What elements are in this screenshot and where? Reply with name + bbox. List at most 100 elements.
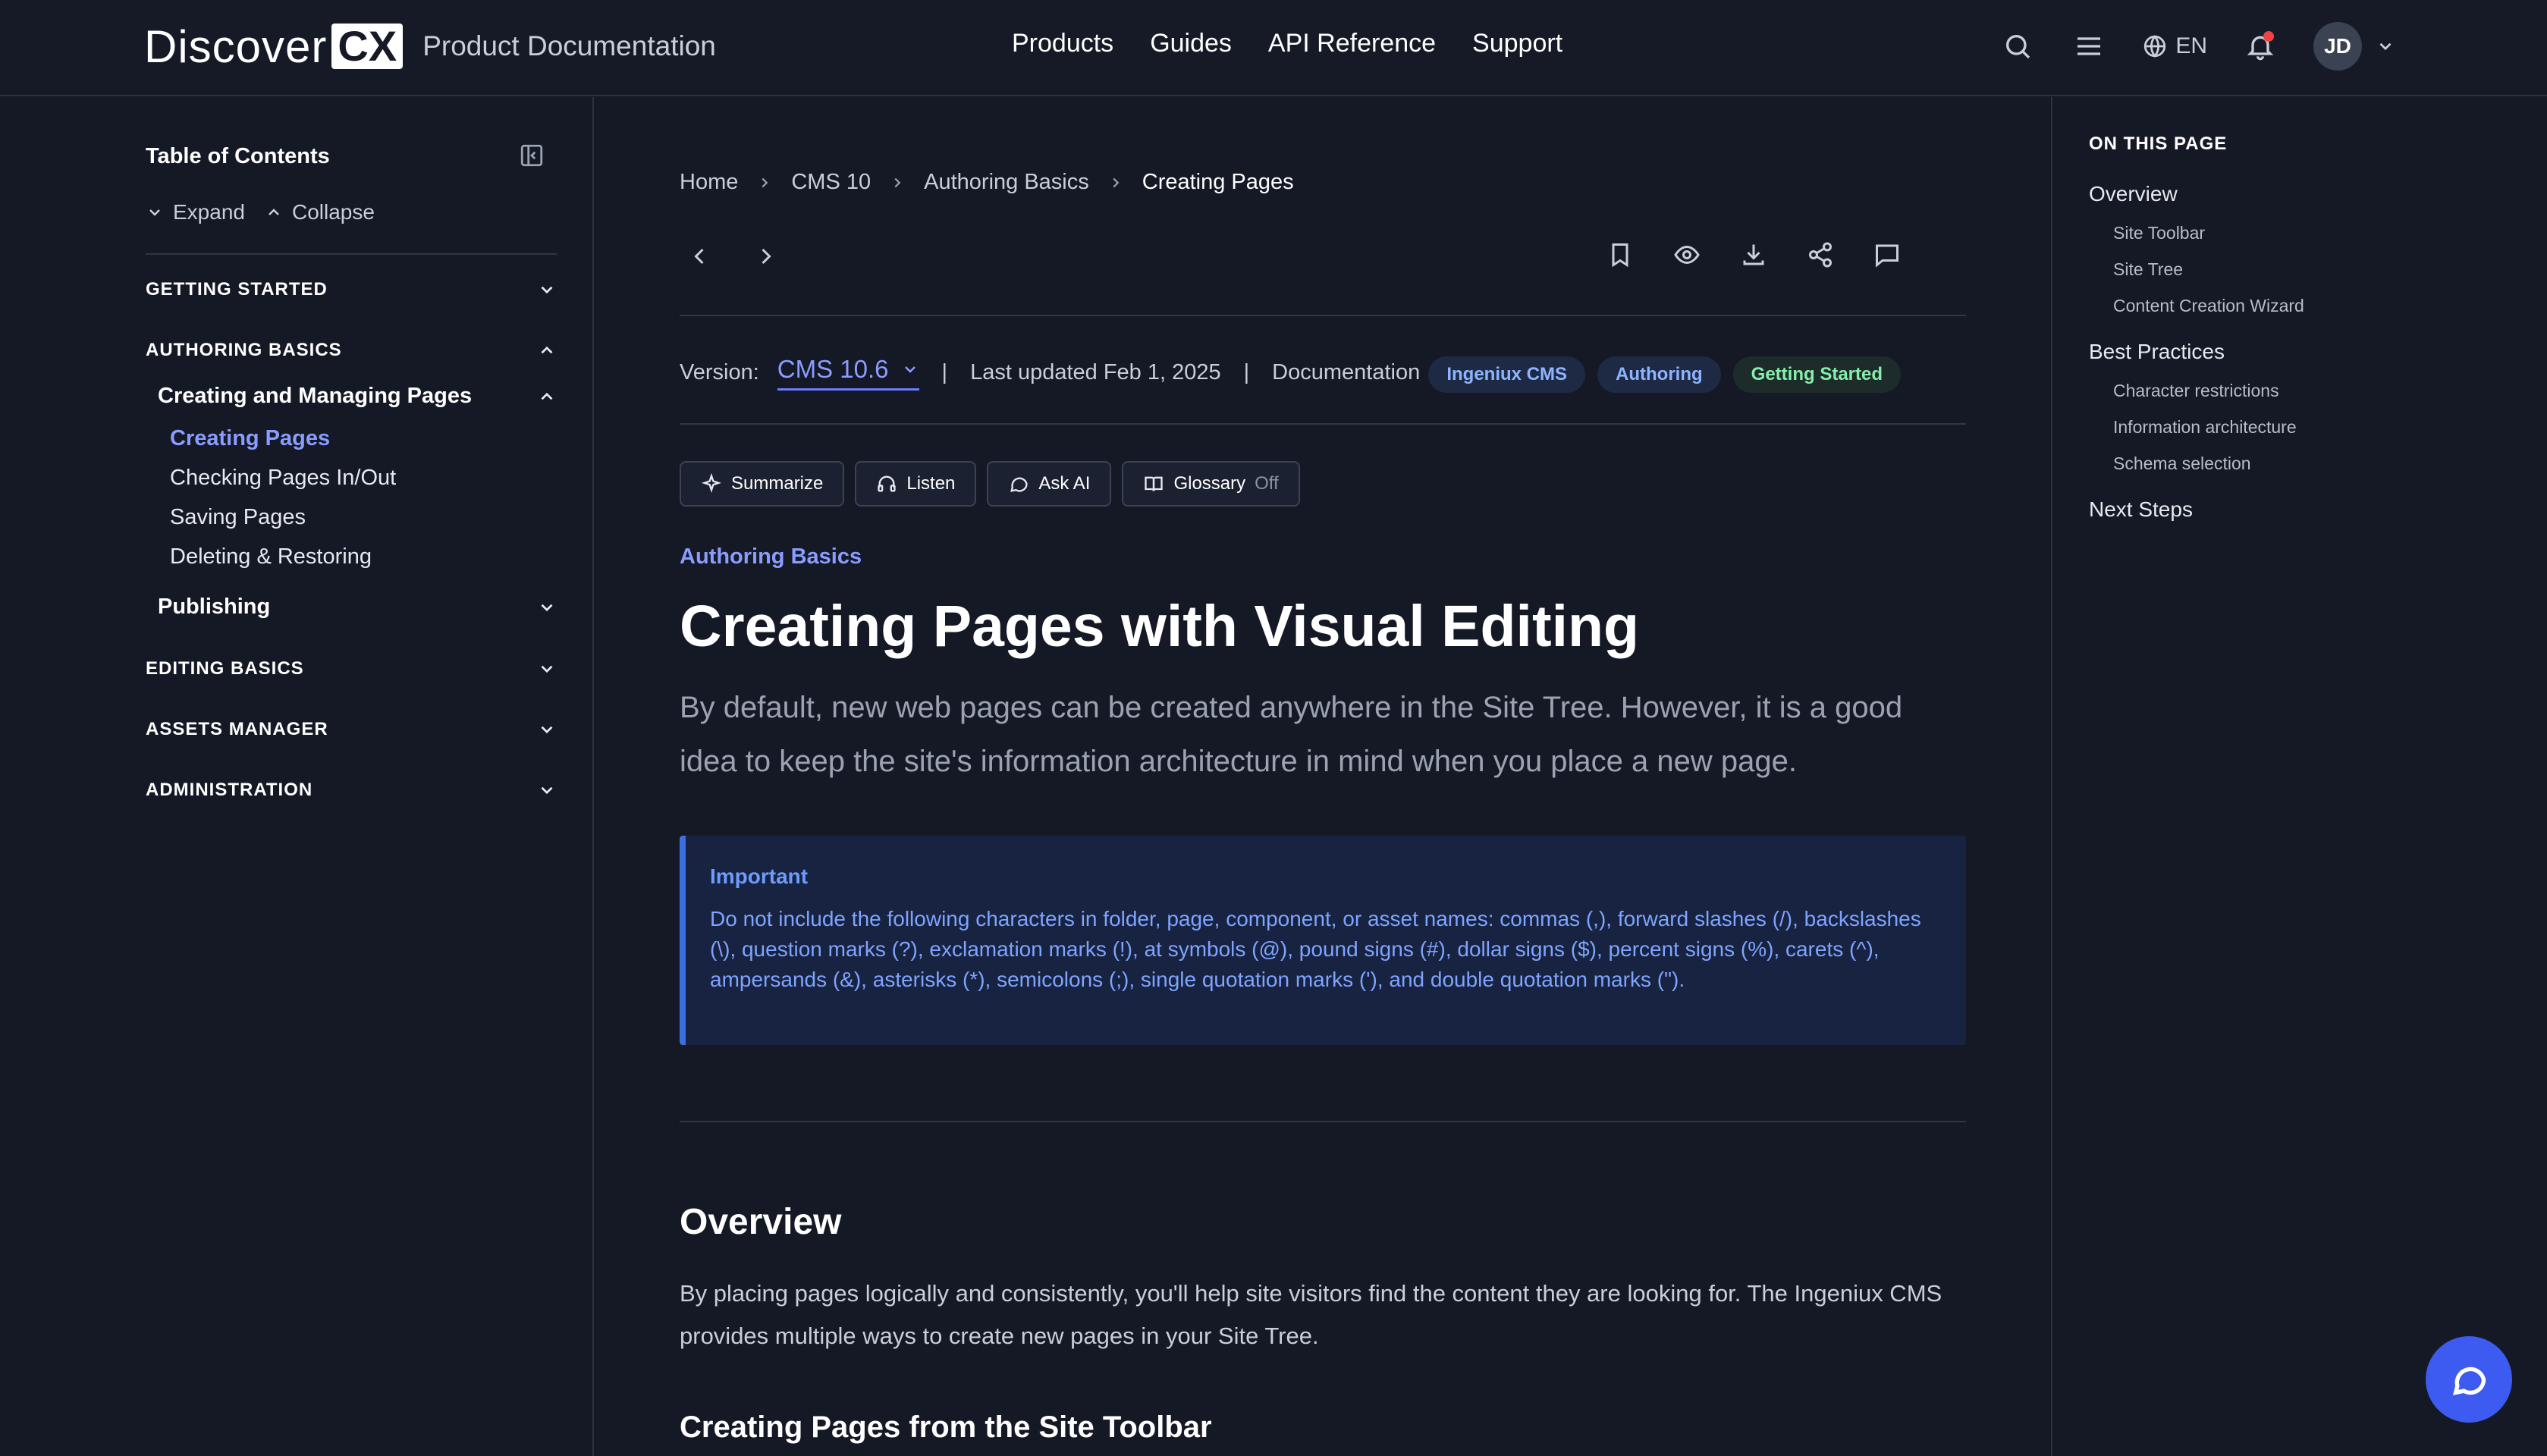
share-icon[interactable]: [1807, 241, 1834, 268]
chevron-down-icon: [541, 604, 553, 611]
tag-getting-started[interactable]: Getting Started: [1732, 356, 1901, 393]
listen-button[interactable]: Listen: [855, 461, 977, 507]
breadcrumb-cms10[interactable]: CMS 10: [791, 170, 871, 195]
toc-sub-creating-managing-pages[interactable]: Creating and Managing Pages: [158, 384, 557, 409]
breadcrumb-current: Creating Pages: [1142, 170, 1294, 194]
chevron-right-icon: [762, 177, 768, 187]
toc-item-creating-pages[interactable]: Creating Pages: [170, 426, 330, 451]
toc-title: Table of Contents: [146, 144, 330, 168]
toc-item-checking-pages[interactable]: Checking Pages In/Out: [170, 466, 396, 491]
breadcrumb: Home CMS 10 Authoring Basics Creating Pa…: [680, 170, 1294, 195]
summarize-button[interactable]: Summarize: [680, 461, 845, 507]
rail-title: ON THIS PAGE: [2089, 133, 2228, 154]
chevron-down-icon: [541, 786, 553, 795]
overview-paragraph: By placing pages logically and consisten…: [680, 1280, 1942, 1349]
meta-separator: |: [941, 360, 948, 384]
sparkle-icon: [701, 473, 722, 493]
nav-api-reference[interactable]: API Reference: [1268, 29, 1436, 58]
rail-link-site-tree[interactable]: Site Tree: [2113, 259, 2183, 280]
logo[interactable]: Discover CX Product Documentation: [144, 21, 716, 72]
toc-section-assets-manager[interactable]: ASSETS MANAGER: [146, 719, 557, 740]
rail-link-next-steps[interactable]: Next Steps: [2089, 497, 2193, 522]
section-label: EDITING BASICS: [146, 658, 304, 679]
eye-icon[interactable]: [1673, 241, 1701, 268]
globe-icon: [2144, 35, 2166, 58]
rail-link-information-architecture[interactable]: Information architecture: [2113, 417, 2297, 438]
toc-section-administration[interactable]: ADMINISTRATION: [146, 780, 557, 801]
glossary-toggle[interactable]: Glossary Off: [1122, 461, 1300, 507]
breadcrumb-home[interactable]: Home: [680, 170, 738, 195]
ai-toolbar: Summarize Listen Ask AI Glossary Off: [680, 461, 1300, 507]
version-dropdown[interactable]: CMS 10.6: [777, 355, 919, 391]
chevron-down-icon: [541, 726, 553, 734]
top-bar: Discover CX Product Documentation Produc…: [0, 0, 2547, 96]
user-menu[interactable]: JD: [2313, 22, 2395, 71]
rail-link-site-toolbar[interactable]: Site Toolbar: [2113, 223, 2205, 243]
chat-bubble-icon: [2453, 1367, 2486, 1395]
page-pager: [686, 243, 780, 270]
bell-icon[interactable]: [2242, 28, 2278, 64]
sub-label: Creating and Managing Pages: [158, 384, 473, 408]
tag-ingeniux-cms[interactable]: Ingeniux CMS: [1428, 356, 1586, 393]
tag-authoring[interactable]: Authoring: [1597, 356, 1721, 393]
divider: [146, 253, 557, 255]
doc-tags: Ingeniux CMS Authoring Getting Started: [1428, 356, 1901, 393]
bookmark-icon[interactable]: [1606, 241, 1634, 268]
lead-paragraph: By default, new web pages can be created…: [680, 691, 1903, 778]
expand-all-button[interactable]: Expand: [146, 200, 245, 224]
article-main: Home CMS 10 Authoring Basics Creating Pa…: [595, 97, 2051, 1456]
important-callout: Important Do not include the following c…: [680, 836, 1966, 1045]
section-label: ASSETS MANAGER: [146, 719, 328, 739]
chevron-down-icon: [149, 209, 160, 216]
next-page-icon[interactable]: [752, 243, 780, 270]
nav-support[interactable]: Support: [1472, 29, 1562, 58]
language-selector[interactable]: EN: [2142, 33, 2207, 59]
ask-ai-label: Ask AI: [1038, 473, 1091, 494]
nav-guides[interactable]: Guides: [1150, 29, 1232, 58]
download-icon[interactable]: [1740, 241, 1767, 268]
rail-link-schema-selection[interactable]: Schema selection: [2113, 453, 2251, 474]
document-actions: [1606, 241, 1901, 268]
divider: [680, 315, 1966, 316]
toc-item-deleting-restoring[interactable]: Deleting & Restoring: [170, 544, 372, 570]
ask-ai-button[interactable]: Ask AI: [987, 461, 1112, 507]
article-category[interactable]: Authoring Basics: [680, 544, 862, 570]
collapse-label: Collapse: [291, 200, 375, 224]
glossary-state: Off: [1255, 473, 1279, 494]
chevron-right-icon: [1113, 177, 1120, 187]
toc-section-authoring-basics[interactable]: AUTHORING BASICS: [146, 340, 557, 361]
chevron-right-icon: [894, 177, 901, 187]
breadcrumb-authoring-basics[interactable]: Authoring Basics: [924, 170, 1089, 195]
chat-support-button[interactable]: [2426, 1336, 2512, 1423]
rail-link-overview[interactable]: Overview: [2089, 182, 2178, 206]
page-title: Creating Pages with Visual Editing: [680, 594, 1640, 659]
book-icon: [1145, 476, 1164, 491]
nav-products[interactable]: Products: [1012, 29, 1113, 58]
previous-page-icon[interactable]: [686, 243, 713, 270]
toc-sub-publishing[interactable]: Publishing: [158, 595, 557, 620]
callout-body: Do not include the following characters …: [710, 907, 1921, 991]
toc-item-saving-pages[interactable]: Saving Pages: [170, 505, 306, 530]
chevron-up-icon: [541, 392, 553, 400]
rail-link-best-practices[interactable]: Best Practices: [2089, 340, 2225, 364]
primary-nav: Products Guides API Reference Support: [1012, 29, 1562, 58]
site-subtitle: Product Documentation: [422, 30, 716, 61]
menu-icon[interactable]: [2071, 28, 2107, 64]
meta-separator: |: [1243, 360, 1250, 384]
search-icon[interactable]: [1999, 28, 2036, 64]
collapse-all-button[interactable]: Collapse: [265, 200, 375, 224]
chevron-down-icon: [904, 366, 915, 373]
site-toolbar-heading: Creating Pages from the Site Toolbar: [680, 1410, 1212, 1444]
logo-mark: CX: [331, 24, 404, 69]
sidebar-collapse-icon[interactable]: [519, 143, 545, 168]
comment-icon[interactable]: [1873, 241, 1901, 268]
toc-section-editing-basics[interactable]: EDITING BASICS: [146, 658, 557, 679]
toc-sidebar: Table of Contents Expand Collapse GETTIN…: [0, 97, 594, 1456]
toc-controls: Expand Collapse: [146, 200, 375, 224]
toc-section-getting-started[interactable]: GETTING STARTED: [146, 279, 557, 300]
chevron-down-icon: [541, 286, 553, 294]
rail-link-character-restrictions[interactable]: Character restrictions: [2113, 381, 2279, 401]
rail-link-content-creation-wizard[interactable]: Content Creation Wizard: [2113, 296, 2304, 316]
chevron-up-icon: [541, 346, 553, 354]
divider: [680, 1121, 1966, 1122]
